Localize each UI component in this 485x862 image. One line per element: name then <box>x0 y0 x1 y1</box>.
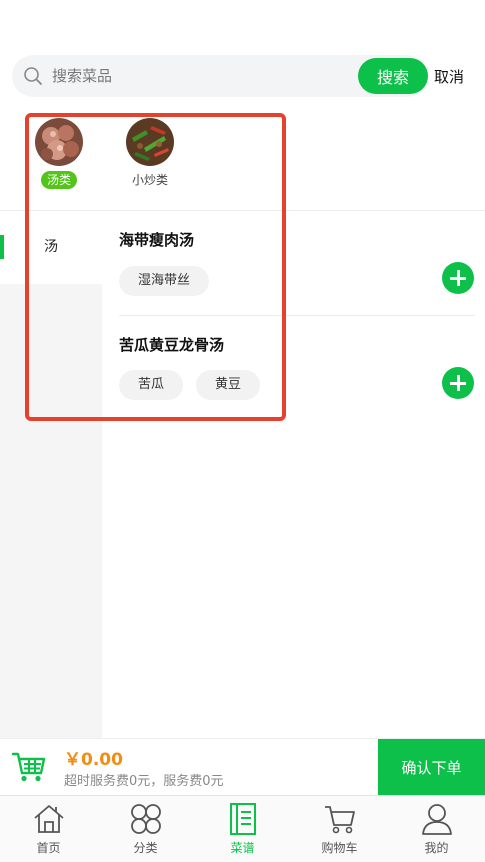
sidebar-item-label: 汤 <box>44 239 58 255</box>
search-icon <box>24 67 42 85</box>
nav-label: 分类 <box>133 841 158 855</box>
active-indicator <box>0 235 4 259</box>
cart-icon <box>324 806 355 834</box>
dish-item: 苦瓜黄豆龙骨汤 苦瓜 黄豆 <box>102 316 485 420</box>
nav-item-recipe[interactable]: 菜谱 <box>194 796 291 862</box>
profile-icon <box>421 804 452 835</box>
nav-item-profile[interactable]: 我的 <box>388 796 485 862</box>
pork-soup-photo <box>35 118 83 166</box>
ingredient-tag[interactable]: 湿海带丝 <box>119 266 210 296</box>
ingredient-tag[interactable]: 苦瓜 <box>119 370 184 400</box>
sidebar-item-soup[interactable]: 汤 <box>0 211 102 284</box>
sidebar: 汤 <box>0 211 102 738</box>
bottom-nav: 首页 分类 菜谱 购物车 我的 <box>0 795 485 862</box>
category-tab-stir-fry[interactable]: 小炒类 <box>115 118 185 189</box>
category-label: 汤类 <box>40 171 77 189</box>
category-label: 小炒类 <box>131 173 168 187</box>
dish-name: 苦瓜黄豆龙骨汤 <box>119 336 225 354</box>
dish-name: 海带瘦肉汤 <box>119 231 195 249</box>
category-tab-soup[interactable]: 汤类 <box>24 118 94 189</box>
search-input[interactable] <box>52 55 352 97</box>
add-to-cart-button[interactable] <box>442 367 474 399</box>
category-tabs: 汤类 小炒类 <box>0 114 485 210</box>
search-button[interactable]: 搜索 <box>358 58 428 94</box>
recipe-page: 搜索 取消 汤类 <box>0 0 485 862</box>
confirm-order-button[interactable]: 确认下单 <box>378 739 485 795</box>
checkout-bar: ￥0.00 超时服务费0元，服务费0元 确认下单 <box>0 738 485 795</box>
total-price: ￥0.00 <box>64 750 123 770</box>
search-box[interactable]: 搜索 <box>12 55 428 97</box>
category-icon <box>130 804 161 834</box>
ingredient-tag[interactable]: 黄豆 <box>196 370 261 400</box>
add-to-cart-button[interactable] <box>442 262 474 294</box>
nav-label: 菜谱 <box>230 841 255 855</box>
home-icon <box>33 805 64 833</box>
stir-fry-photo <box>126 118 174 166</box>
recipe-icon <box>229 803 256 835</box>
nav-label: 首页 <box>36 841 61 855</box>
nav-item-home[interactable]: 首页 <box>0 796 97 862</box>
dish-item: 海带瘦肉汤 湿海带丝 <box>102 211 485 315</box>
cart-icon[interactable] <box>12 751 46 783</box>
service-fee-text: 超时服务费0元，服务费0元 <box>64 774 224 789</box>
search-bar: 搜索 取消 <box>12 55 472 97</box>
nav-item-category[interactable]: 分类 <box>97 796 194 862</box>
nav-label: 购物车 <box>321 841 358 855</box>
cancel-button[interactable]: 取消 <box>434 55 464 97</box>
nav-label: 我的 <box>424 841 449 855</box>
nav-item-cart[interactable]: 购物车 <box>291 796 388 862</box>
